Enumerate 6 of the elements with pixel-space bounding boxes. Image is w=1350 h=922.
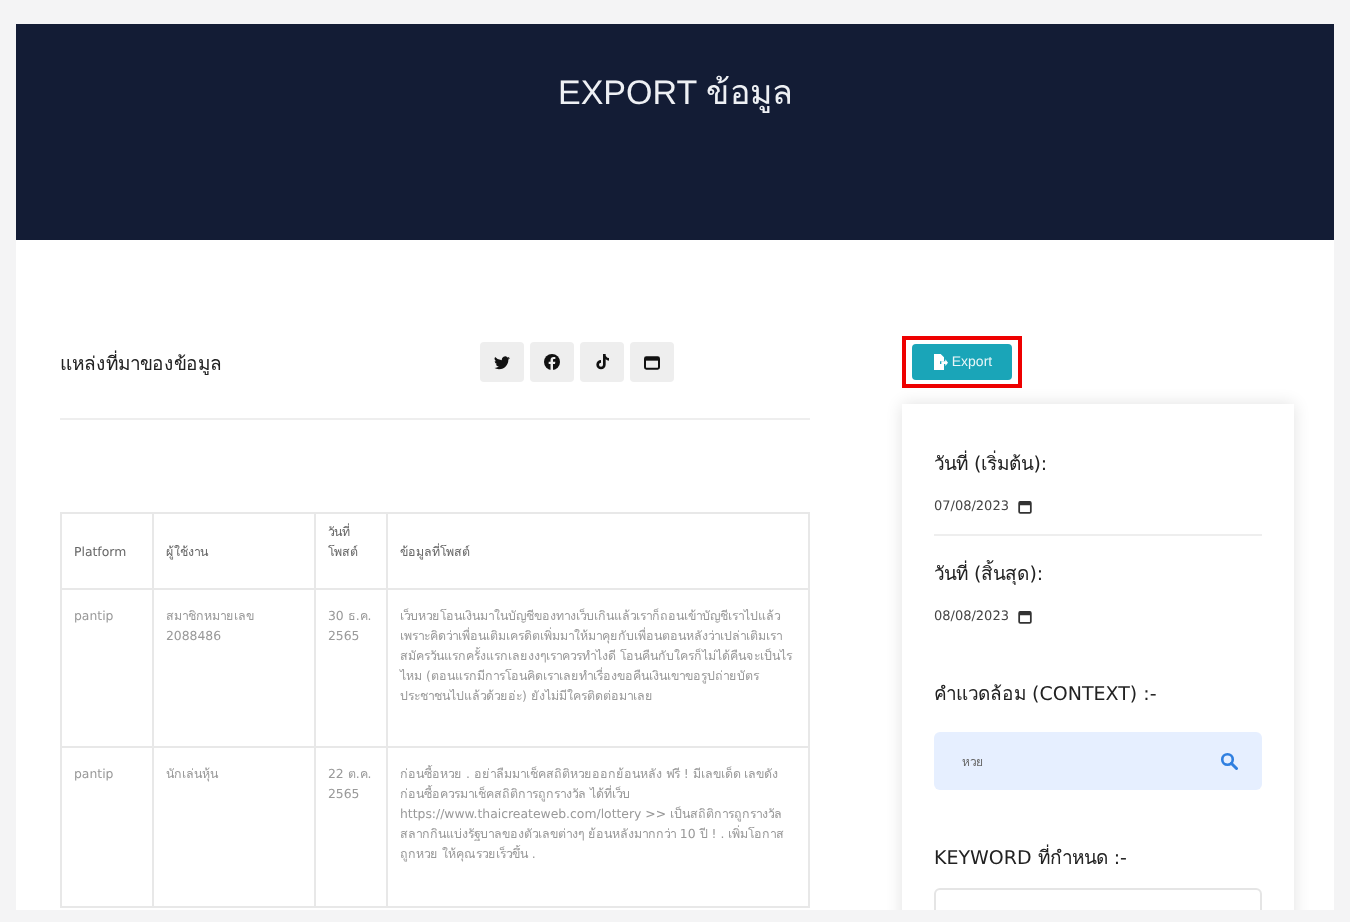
field-label: วันที่ (เริ่มต้น): [934,448,1050,478]
section-title: แหล่งที่มาของข้อมูล [60,348,224,377]
field-label: วันที่ (สิ้นสุด): [934,558,1046,588]
field-label: KEYWORD ที่กำหนด :- [934,842,1129,872]
page-title: EXPORT ข้อมูล [557,72,792,112]
field-label: คำแวดล้อม (CONTEXT) :- [934,682,1159,708]
